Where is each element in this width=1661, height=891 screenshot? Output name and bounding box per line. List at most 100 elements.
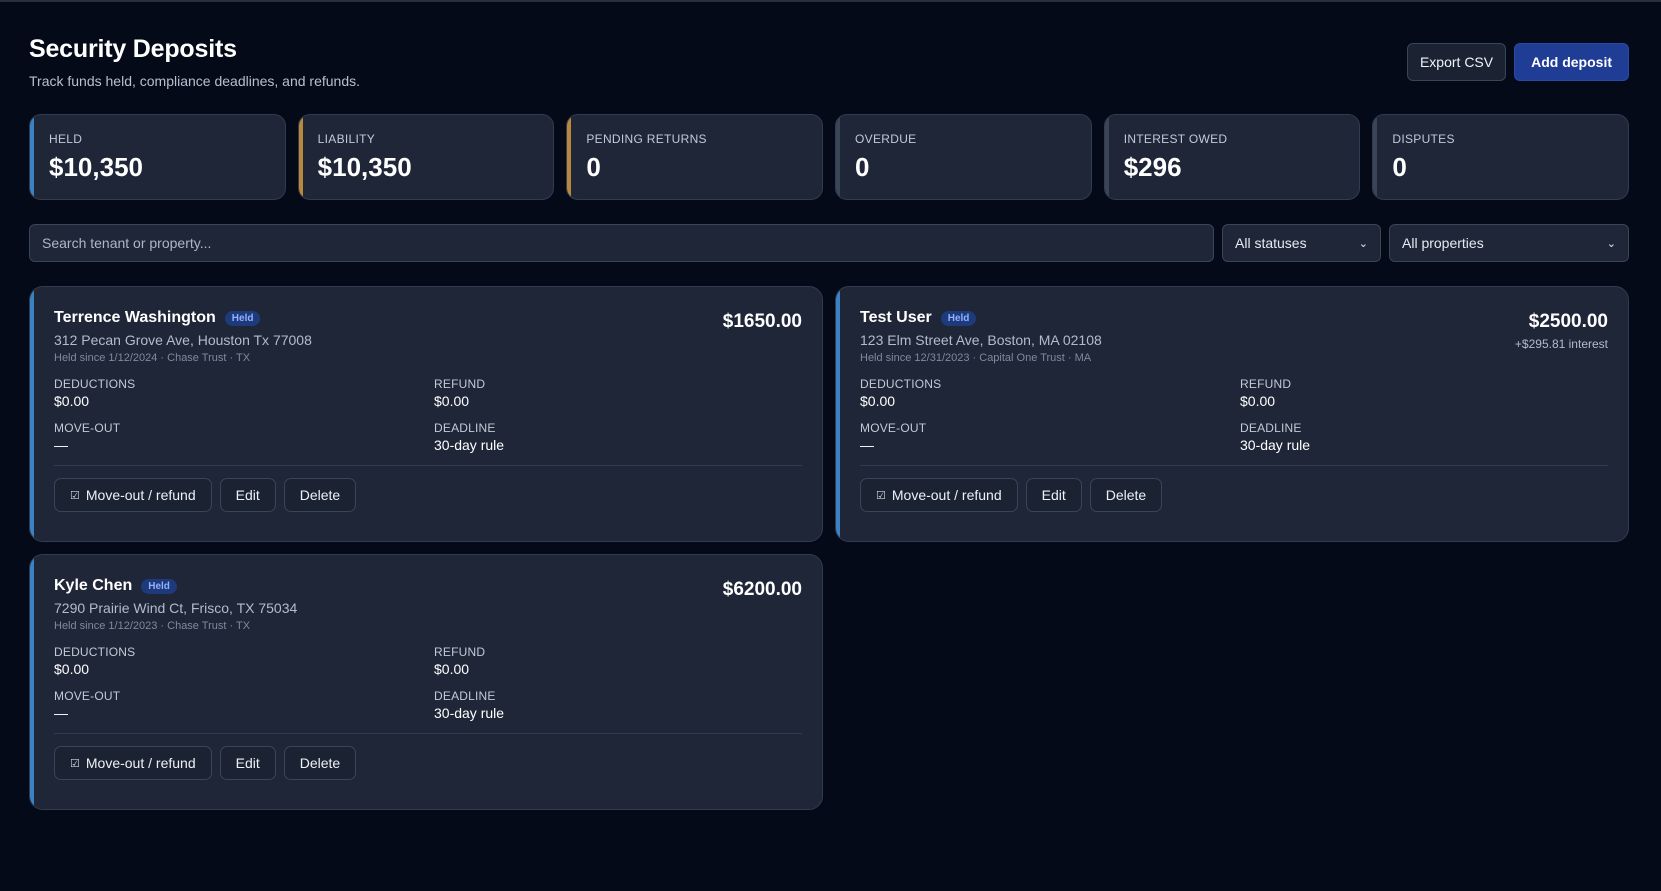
deadline-value: 30-day rule [434,705,505,721]
deposit-fields: DEDUCTIONS $0.00 REFUND $0.00 MOVE-OUT — DE… [54,377,802,453]
property-address: 123 Elm Street Ave, Boston, MA 02108 [860,332,1102,348]
move-out-refund-label: Move-out / refund [891,487,1002,503]
deposit-meta: Held since 12/31/2023 · Capital One Trus… [860,352,1092,364]
amount-box: $1650.00 [723,311,802,333]
move-out-refund-button[interactable]: ☑ Move-out / refund [54,478,212,512]
property-select[interactable]: All properties ⌄ [1389,224,1629,262]
checkbox-icon: ☑ [70,489,80,502]
page-title: Security Deposits [29,35,237,63]
stat-value: 0 [586,152,601,182]
stat-card-disputes: DISPUTES 0 [1372,114,1630,200]
deductions-value: $0.00 [54,661,90,677]
amount-box: $6200.00 [723,579,802,601]
deposit-fields: DEDUCTIONS $0.00 REFUND $0.00 MOVE-OUT — DE… [54,645,802,721]
tenant-name: Kyle Chen [54,577,133,594]
delete-button[interactable]: Delete [283,478,357,512]
refund-value: $0.00 [434,661,470,677]
edit-button[interactable]: Edit [219,478,276,512]
property-address: 7290 Prairie Wind Ct, Frisco, TX 75034 [54,600,298,616]
tenant-name: Test User [860,309,932,326]
deposit-card: Terrence Washington Held 312 Pecan Grove… [29,286,823,542]
deductions-label: DEDUCTIONS [54,377,136,391]
stat-label: OVERDUE [855,132,917,146]
deposit-amount: $1650.00 [722,311,802,332]
refund-label: REFUND [434,377,486,391]
divider [54,733,802,734]
stat-card-pending-returns: PENDING RETURNS 0 [566,114,824,200]
tenant-name: Terrence Washington [54,309,216,326]
deadline-value: 30-day rule [434,437,505,453]
property-address: 312 Pecan Grove Ave, Houston Tx 77008 [54,332,312,348]
deadline-label: DEADLINE [434,689,496,703]
move-out-label: MOVE-OUT [54,689,121,703]
add-deposit-button[interactable]: Add deposit [1514,43,1629,81]
move-out-label: MOVE-OUT [860,421,927,435]
stat-label: INTEREST OWED [1123,132,1228,146]
stat-label: PENDING RETURNS [586,132,707,146]
checkbox-icon: ☑ [70,757,80,770]
divider [860,465,1608,466]
stat-value: $10,350 [49,152,143,182]
stat-value: $10,350 [317,152,412,182]
stat-value: 0 [1392,152,1407,182]
top-border [0,0,1661,2]
status-badge: Held [940,310,977,326]
page-subtitle: Track funds held, compliance deadlines, … [29,73,361,89]
refund-value: $0.00 [434,393,470,409]
status-badge: Held [141,578,177,594]
refund-label: REFUND [434,645,486,659]
deadline-label: DEADLINE [434,421,496,435]
card-actions: ☑ Move-out / refund Edit Delete [54,746,802,780]
move-out-refund-button[interactable]: ☑ Move-out / refund [54,746,212,780]
refund-value: $0.00 [1240,393,1276,409]
stat-label: DISPUTES [1392,132,1455,146]
edit-button[interactable]: Edit [219,746,276,780]
search-input[interactable] [29,224,1214,262]
header-actions: Export CSV Add deposit [1406,43,1629,81]
divider [54,465,802,466]
deductions-value: $0.00 [860,393,896,409]
stat-card-overdue: OVERDUE 0 [835,114,1092,200]
move-out-refund-label: Move-out / refund [85,487,196,503]
move-out-value: — [860,437,874,453]
refund-label: REFUND [1240,377,1292,391]
edit-button[interactable]: Edit [1025,478,1082,512]
deductions-label: DEDUCTIONS [860,377,942,391]
stat-value: 0 [855,152,870,182]
deductions-label: DEDUCTIONS [54,645,136,659]
stat-label: HELD [49,132,83,146]
deposit-amount: $2500.00 [1528,311,1608,332]
stat-card-liability: LIABILITY $10,350 [297,114,555,200]
stat-label: LIABILITY [317,132,376,146]
stat-card-held: HELD $10,350 [29,114,286,200]
page-header: Security Deposits Track funds held, comp… [29,35,1629,95]
amount-box: $2500.00 +$295.81 interest [1515,311,1608,351]
deposit-cards: Terrence Washington Held 312 Pecan Grove… [29,286,1629,810]
deposit-fields: DEDUCTIONS $0.00 REFUND $0.00 MOVE-OUT — DE… [860,377,1608,453]
delete-button[interactable]: Delete [283,746,357,780]
export-csv-button[interactable]: Export CSV [1406,43,1507,81]
status-select-value: All statuses [1235,235,1307,251]
stats-row: HELD $10,350 LIABILITY $10,350 PENDING R… [29,114,1630,200]
move-out-refund-button[interactable]: ☑ Move-out / refund [860,478,1018,512]
deposit-meta: Held since 1/12/2024 · Chase Trust · TX [54,352,251,364]
deadline-label: DEADLINE [1240,421,1302,435]
deposit-meta: Held since 1/12/2023 · Chase Trust · TX [54,620,251,632]
deductions-value: $0.00 [54,393,90,409]
move-out-value: — [54,437,68,453]
status-select[interactable]: All statuses ⌄ [1222,224,1381,262]
move-out-refund-label: Move-out / refund [85,755,196,771]
deadline-value: 30-day rule [1240,437,1311,453]
chevron-down-icon: ⌄ [1358,237,1368,250]
move-out-value: — [54,705,68,721]
chevron-down-icon: ⌄ [1606,237,1616,250]
card-actions: ☑ Move-out / refund Edit Delete [860,478,1608,512]
deposit-card: Test User Held 123 Elm Street Ave, Bosto… [835,286,1629,542]
status-badge: Held [224,310,261,326]
delete-button[interactable]: Delete [1089,478,1163,512]
stat-card-interest-owed: INTEREST OWED $296 [1103,114,1361,200]
deposit-amount: $6200.00 [722,579,802,600]
interest-amount: +$295.81 interest [1514,337,1608,351]
filter-bar: All statuses ⌄ All properties ⌄ [29,224,1629,262]
card-actions: ☑ Move-out / refund Edit Delete [54,478,802,512]
